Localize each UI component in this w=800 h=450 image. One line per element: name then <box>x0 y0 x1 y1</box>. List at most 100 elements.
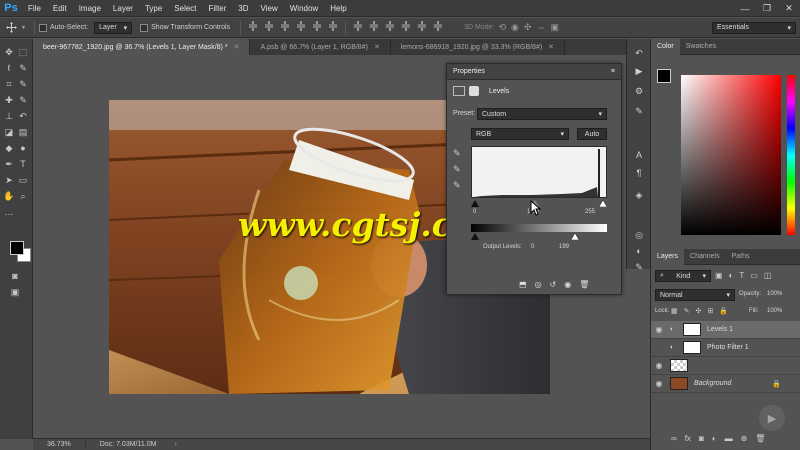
status-menu-icon[interactable]: › <box>170 441 180 448</box>
reset-icon[interactable]: ↺ <box>550 280 557 289</box>
black-point-eyedropper-icon[interactable]: ✎ <box>453 148 467 164</box>
menu-view[interactable]: View <box>255 4 284 13</box>
filter-type-icon[interactable]: T <box>739 271 744 280</box>
lock-artboard-icon[interactable]: ⊞ <box>707 307 713 315</box>
tab-swatches[interactable]: Swatches <box>680 39 722 55</box>
view-previous-icon[interactable]: ◎ <box>535 280 542 289</box>
align-top-icon[interactable] <box>248 20 258 31</box>
distribute-top-icon[interactable] <box>353 20 363 31</box>
distribute-vcenter-icon[interactable] <box>369 20 379 31</box>
brush-presets-icon[interactable]: ✎ <box>633 105 645 117</box>
eyedropper-tool-icon[interactable]: ✎ <box>16 77 30 91</box>
minimize-button[interactable]: — <box>734 0 756 17</box>
delete-icon[interactable]: 🗑 <box>579 280 589 289</box>
libraries-panel-icon[interactable]: ◎ <box>633 229 645 241</box>
close-window-button[interactable]: ✕ <box>778 0 800 17</box>
align-bottom-icon[interactable] <box>280 20 290 31</box>
gradient-tool-icon[interactable]: ▤ <box>16 125 30 139</box>
color-picker-field[interactable] <box>681 75 781 235</box>
layer-row[interactable]: ◉ <box>651 357 800 375</box>
close-tab-icon[interactable]: ✕ <box>548 43 554 51</box>
menu-layer[interactable]: Layer <box>107 4 139 13</box>
lasso-tool-icon[interactable]: ℓ <box>2 61 16 75</box>
move-tool-icon[interactable] <box>0 22 22 33</box>
distribute-bottom-icon[interactable] <box>385 20 395 31</box>
type-tool-icon[interactable]: T <box>16 157 30 171</box>
delete-layer-icon[interactable]: 🗑 <box>755 434 765 443</box>
new-layer-icon[interactable]: ⊕ <box>741 434 748 443</box>
quick-mask-icon[interactable]: ◙ <box>8 269 22 283</box>
more-tools-icon[interactable]: … <box>2 205 16 219</box>
restore-button[interactable]: ❐ <box>756 0 778 17</box>
align-vcenter-icon[interactable] <box>264 20 274 31</box>
crop-tool-icon[interactable]: ⌗ <box>2 77 16 91</box>
zoom-level[interactable]: 36.73% <box>33 441 85 448</box>
lock-position-icon[interactable]: ✣ <box>696 307 702 315</box>
distribute-left-icon[interactable] <box>401 20 411 31</box>
actions-panel-icon[interactable]: ▶ <box>633 65 645 77</box>
opacity-value[interactable]: 100% <box>767 291 782 297</box>
layer-mask-thumbnail[interactable] <box>683 323 701 336</box>
tool-preset-chevron-icon[interactable]: ▾ <box>22 24 30 31</box>
adjustments-panel-icon[interactable]: ⚙ <box>633 85 645 97</box>
layer-row[interactable]: ◉ Background 🔒 <box>651 375 800 393</box>
filter-shape-icon[interactable]: ▭ <box>750 271 758 280</box>
visibility-icon[interactable]: ◉ <box>564 280 571 289</box>
menu-3d[interactable]: 3D <box>232 4 254 13</box>
hue-slider[interactable] <box>787 75 795 235</box>
menu-filter[interactable]: Filter <box>203 4 233 13</box>
menu-image[interactable]: Image <box>73 4 107 13</box>
distribute-right-icon[interactable] <box>433 20 443 31</box>
layer-thumbnail[interactable] <box>670 359 688 372</box>
auto-button[interactable]: Auto <box>577 128 607 140</box>
output-black-value[interactable]: 0 <box>531 244 534 250</box>
document-tab[interactable]: A.psb @ 66.7% (Layer 1, RGB/8#) ✕ <box>250 39 391 55</box>
layer-mask-icon[interactable] <box>469 86 479 96</box>
lock-image-icon[interactable]: ✎ <box>684 307 690 315</box>
3d-pan-icon[interactable]: ✣ <box>524 22 532 33</box>
3d-scale-icon[interactable]: ▣ <box>550 22 559 33</box>
filter-adjustment-icon[interactable]: ◐ <box>729 271 734 280</box>
tab-channels[interactable]: Channels <box>684 249 726 265</box>
layer-thumbnail[interactable] <box>670 377 688 390</box>
lock-all-icon[interactable]: 🔒 <box>719 307 728 315</box>
styles-panel-icon[interactable]: ✎ <box>633 261 645 273</box>
visibility-eye-icon[interactable]: ◉ <box>654 361 664 370</box>
menu-type[interactable]: Type <box>139 4 168 13</box>
align-left-icon[interactable] <box>296 20 306 31</box>
gray-point-eyedropper-icon[interactable]: ✎ <box>453 164 467 180</box>
input-black-value[interactable]: 0 <box>473 209 476 215</box>
screen-mode-icon[interactable]: ▣ <box>8 285 22 299</box>
adjust-panel-icon[interactable]: ◐ <box>633 245 645 257</box>
close-tab-icon[interactable]: ✕ <box>234 43 240 51</box>
eraser-tool-icon[interactable]: ◪ <box>2 125 16 139</box>
move-tool-icon[interactable]: ✥ <box>2 45 16 59</box>
3d-roll-icon[interactable]: ◉ <box>511 22 519 33</box>
white-point-eyedropper-icon[interactable]: ✎ <box>453 180 467 196</box>
dodge-tool-icon[interactable]: ● <box>16 141 30 155</box>
history-panel-icon[interactable]: ↶ <box>633 47 645 59</box>
input-white-value[interactable]: 255 <box>585 209 595 215</box>
channel-dropdown[interactable]: RGB ▾ <box>471 128 569 140</box>
document-tab[interactable]: beer-967782_1920.jpg @ 36.7% (Levels 1, … <box>33 39 251 55</box>
menu-edit[interactable]: Edit <box>47 4 73 13</box>
tab-paths[interactable]: Paths <box>726 249 756 265</box>
3d-orbit-icon[interactable]: ⟲ <box>498 22 506 33</box>
layer-style-icon[interactable]: fx <box>685 434 691 443</box>
output-levels-slider[interactable] <box>471 232 607 241</box>
clip-to-layer-icon[interactable]: ⬒ <box>519 280 527 289</box>
brush-tool-icon[interactable]: ✎ <box>16 93 30 107</box>
quick-select-tool-icon[interactable]: ✎ <box>16 61 30 75</box>
healing-tool-icon[interactable]: ✚ <box>2 93 16 107</box>
menu-file[interactable]: File <box>22 4 47 13</box>
layer-filter-dropdown[interactable]: ⌕ Kind ▾ <box>655 270 711 282</box>
hand-tool-icon[interactable]: ✋ <box>2 189 16 203</box>
document-tab[interactable]: lemons-686918_1920.jpg @ 33.3% (RGB/8#) ✕ <box>390 39 566 55</box>
output-white-value[interactable]: 199 <box>559 244 569 250</box>
blur-tool-icon[interactable]: ◆ <box>2 141 16 155</box>
visibility-eye-icon[interactable]: ◉ <box>654 379 664 388</box>
marquee-tool-icon[interactable]: ⬚ <box>16 45 30 59</box>
layer-mask-thumbnail[interactable] <box>683 341 701 354</box>
align-hcenter-icon[interactable] <box>312 20 322 31</box>
tab-color[interactable]: Color <box>651 38 680 55</box>
